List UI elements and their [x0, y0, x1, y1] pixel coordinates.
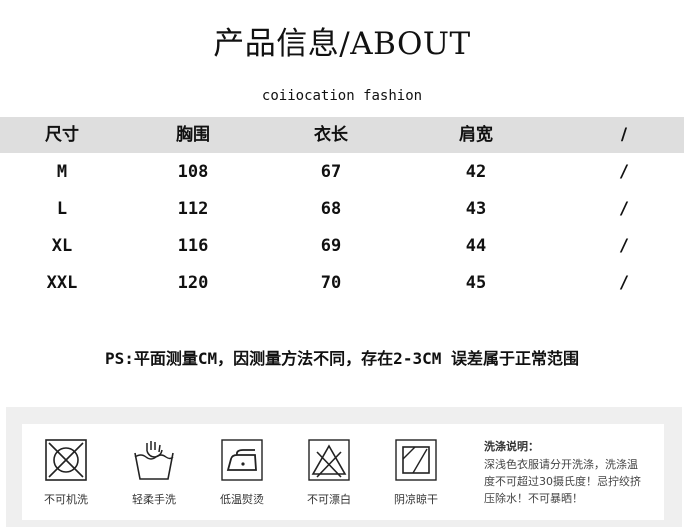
page-title: 产品信息/ABOUT: [213, 26, 471, 62]
row-length: 69: [320, 236, 342, 256]
row-bust: 116: [177, 236, 209, 256]
measurement-note: PS:平面测量CM，因测量方法不同，存在2-3CM 误差属于正常范围: [105, 349, 579, 368]
header-length: 衣长: [314, 125, 348, 145]
table-row: XL 116 69 44 /: [0, 228, 684, 265]
care-instructions-title: 洗涤说明：: [484, 440, 539, 453]
row-extra: /: [618, 236, 630, 256]
care-instructions-line: 压除水！不可暴晒！: [484, 492, 583, 505]
row-shoulder: 45: [465, 273, 487, 293]
care-instructions-text: 深浅色衣服请分开洗涤，洗涤温 度不可超过30摄氏度！忌拧绞挤 压除水！不可暴晒！: [484, 456, 658, 507]
row-shoulder: 42: [465, 162, 487, 182]
table-row: XXL 120 70 45 /: [0, 265, 684, 302]
no-machine-wash-icon: [43, 437, 89, 483]
row-bust: 108: [177, 162, 209, 182]
shade-dry-icon: [393, 437, 439, 483]
low-temperature-iron-icon: [219, 437, 265, 483]
care-instructions-line: 度不可超过30摄氏度！忌拧绞挤: [484, 475, 641, 488]
care-label: 不可机洗: [44, 493, 88, 506]
care-label: 阴凉晾干: [394, 493, 438, 506]
row-shoulder: 44: [465, 236, 487, 256]
row-length: 70: [320, 273, 342, 293]
size-table-header: 尺寸 胸围 衣长 肩宽 /: [0, 117, 684, 153]
row-extra: /: [618, 273, 630, 293]
header-bust: 胸围: [176, 125, 210, 145]
row-extra: /: [618, 199, 630, 219]
row-bust: 112: [177, 199, 209, 219]
gentle-hand-wash-icon: [131, 437, 177, 483]
row-size: XXL: [46, 273, 78, 293]
no-bleach-icon: [306, 437, 352, 483]
row-shoulder: 43: [465, 199, 487, 219]
row-length: 67: [320, 162, 342, 182]
care-label: 轻柔手洗: [132, 493, 176, 506]
care-label: 低温熨烫: [220, 493, 264, 506]
table-row: M 108 67 42 /: [0, 154, 684, 191]
brand-subtitle: coiiocation fashion: [261, 88, 423, 104]
table-row: L 112 68 43 /: [0, 191, 684, 228]
row-size: L: [56, 199, 68, 219]
care-instructions-line: 深浅色衣服请分开洗涤，洗涤温: [484, 458, 638, 471]
header-shoulder: 肩宽: [459, 125, 493, 145]
row-extra: /: [618, 162, 630, 182]
row-length: 68: [320, 199, 342, 219]
row-size: XL: [51, 236, 73, 256]
row-size: M: [56, 162, 68, 182]
care-label: 不可漂白: [307, 493, 351, 506]
header-size: 尺寸: [45, 125, 79, 145]
row-bust: 120: [177, 273, 209, 293]
header-extra: /: [620, 125, 628, 145]
